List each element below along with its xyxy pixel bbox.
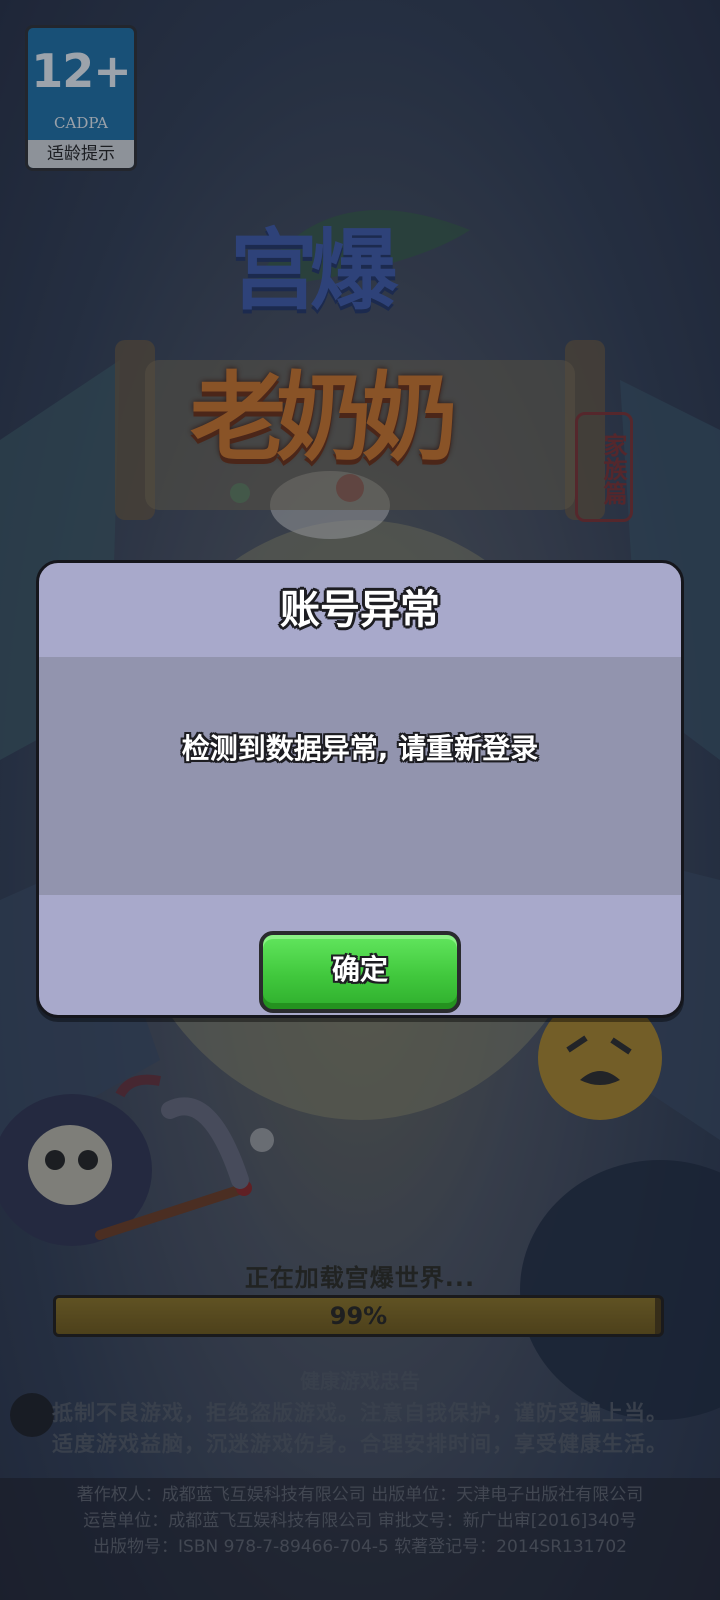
- account-error-dialog: 账号异常 检测到数据异常, 请重新登录 确定: [36, 560, 684, 1018]
- dialog-header: 账号异常: [39, 563, 681, 657]
- confirm-button-label: 确定: [331, 953, 388, 986]
- confirm-button[interactable]: 确定: [259, 931, 461, 1013]
- dialog-title: 账号异常: [280, 587, 440, 633]
- dialog-message: 检测到数据异常, 请重新登录: [181, 732, 539, 765]
- dialog-body: 检测到数据异常, 请重新登录: [39, 657, 681, 895]
